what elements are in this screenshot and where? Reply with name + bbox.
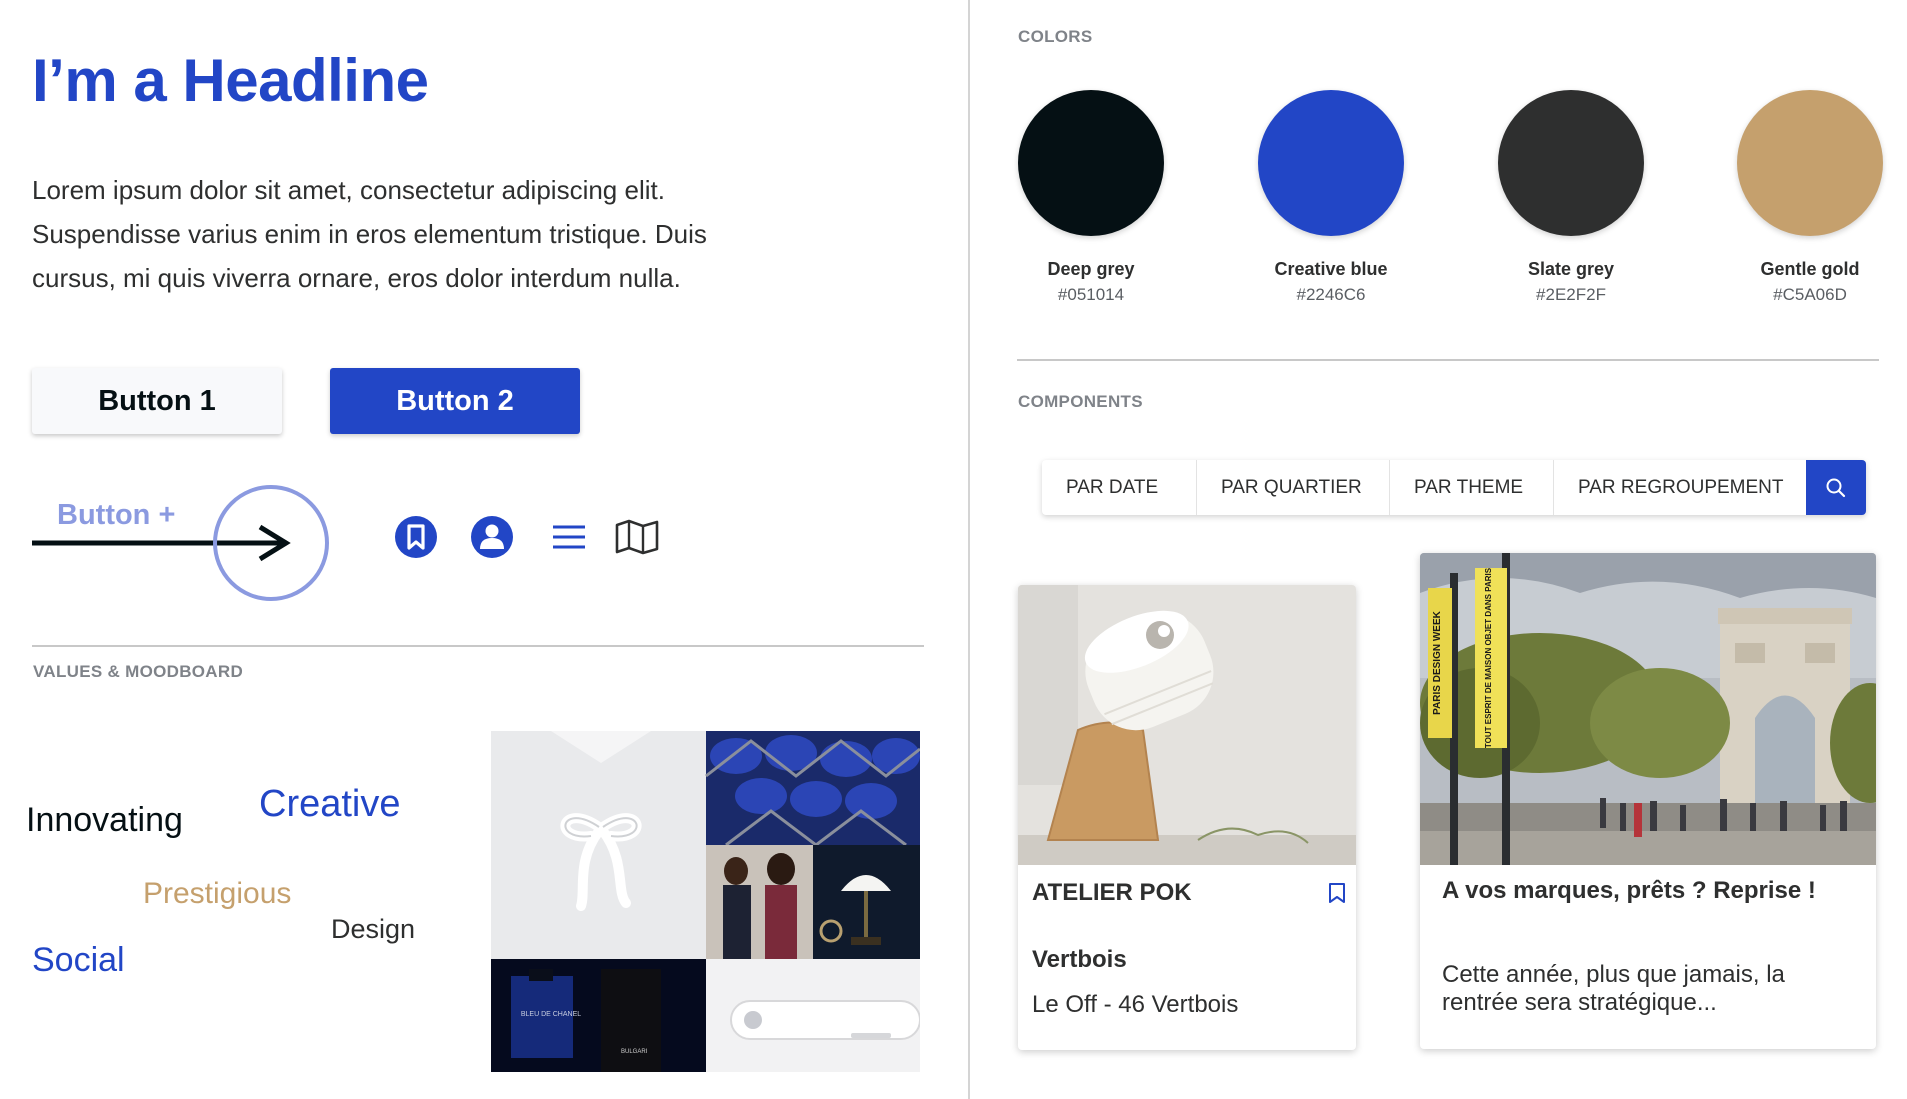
body-paragraph: Lorem ipsum dolor sit amet, consectetur … [32, 168, 772, 300]
moodboard-bottle-label: BLEU DE CHANEL [521, 1011, 581, 1018]
moodboard-collage: BLEU DE CHANEL BULGARI [491, 731, 920, 1072]
swatch-name: Gentle gold [1760, 259, 1860, 279]
headline: I’m a Headline [32, 47, 429, 114]
search-button[interactable] [1806, 460, 1866, 515]
button-plus-label: Button + [57, 499, 176, 531]
components-section-label: COMPONENTS [1018, 392, 1143, 411]
card-text-line: rentrée sera stratégique... [1442, 989, 1717, 1016]
swatch-hex: #051014 [1057, 285, 1125, 304]
user-icon[interactable] [468, 513, 516, 561]
color-swatch-creative-blue [1258, 90, 1404, 236]
bookmark-icon[interactable] [1327, 882, 1347, 904]
search-icon [1826, 478, 1846, 497]
button-1[interactable]: Button 1 [32, 368, 282, 434]
card-subtitle: Vertbois [1032, 946, 1127, 973]
card-text-line: Cette année, plus que jamais, la [1442, 961, 1785, 988]
button-2[interactable]: Button 2 [330, 368, 580, 434]
bookmark-icon[interactable] [392, 513, 440, 561]
card-image-paris: PARIS DESIGN WEEK TOUT ESPRIT DE MAISON … [1420, 553, 1876, 865]
body-line: Lorem ipsum dolor sit amet, consectetur … [32, 175, 665, 205]
filter-par-quartier[interactable]: PAR QUARTIER [1197, 460, 1390, 515]
color-swatch-deep-grey [1018, 90, 1164, 236]
body-line: cursus, mi quis viverra ornare, eros dol… [32, 263, 681, 293]
panel-divider [968, 0, 970, 1099]
colors-section-label: COLORS [1018, 27, 1093, 46]
card-text: Le Off - 46 Vertbois [1032, 991, 1239, 1018]
event-card[interactable]: ATELIER POK Vertbois Le Off - 46 Vertboi… [1018, 585, 1356, 1050]
map-icon[interactable] [613, 513, 661, 561]
swatch-hex: #C5A06D [1773, 285, 1847, 304]
card-title: ATELIER POK [1032, 879, 1192, 906]
banner-maison-objet: TOUT ESPRIT DE MAISON OBJET DANS PARIS [1484, 567, 1493, 748]
value-word-innovating: Innovating [26, 801, 183, 839]
moodboard-bulgari-label: BULGARI [621, 1049, 648, 1055]
filter-par-date[interactable]: PAR DATE [1042, 460, 1197, 515]
filter-par-regroupement[interactable]: PAR REGROUPEMENT [1554, 460, 1806, 515]
color-swatch-gentle-gold [1737, 90, 1883, 236]
section-divider [1017, 359, 1879, 361]
value-word-creative: Creative [259, 783, 401, 825]
swatch-name: Deep grey [1047, 259, 1135, 279]
filter-par-theme[interactable]: PAR THEME [1390, 460, 1554, 515]
swatch-name: Creative blue [1274, 259, 1388, 279]
event-card[interactable]: PARIS DESIGN WEEK TOUT ESPRIT DE MAISON … [1420, 553, 1876, 1049]
swatch-hex: #2E2F2F [1536, 285, 1606, 304]
banner-paris-design-week: PARIS DESIGN WEEK [1432, 610, 1443, 714]
filter-bar: PAR DATE PAR QUARTIER PAR THEME PAR REGR… [1042, 460, 1866, 515]
section-divider [32, 645, 924, 647]
color-swatch-slate-grey [1498, 90, 1644, 236]
value-word-prestigious: Prestigious [143, 877, 292, 910]
value-word-design: Design [331, 914, 416, 944]
menu-icon[interactable] [545, 513, 593, 561]
swatch-name: Slate grey [1527, 259, 1615, 279]
values-section-label: VALUES & MOODBOARD [33, 662, 244, 681]
value-word-social: Social [32, 941, 125, 979]
body-line: Suspendisse varius enim in eros elementu… [32, 219, 707, 249]
card-title: A vos marques, prêts ? Reprise ! [1442, 877, 1816, 904]
swatch-hex: #2246C6 [1296, 285, 1366, 304]
card-image-lamp [1018, 585, 1356, 865]
